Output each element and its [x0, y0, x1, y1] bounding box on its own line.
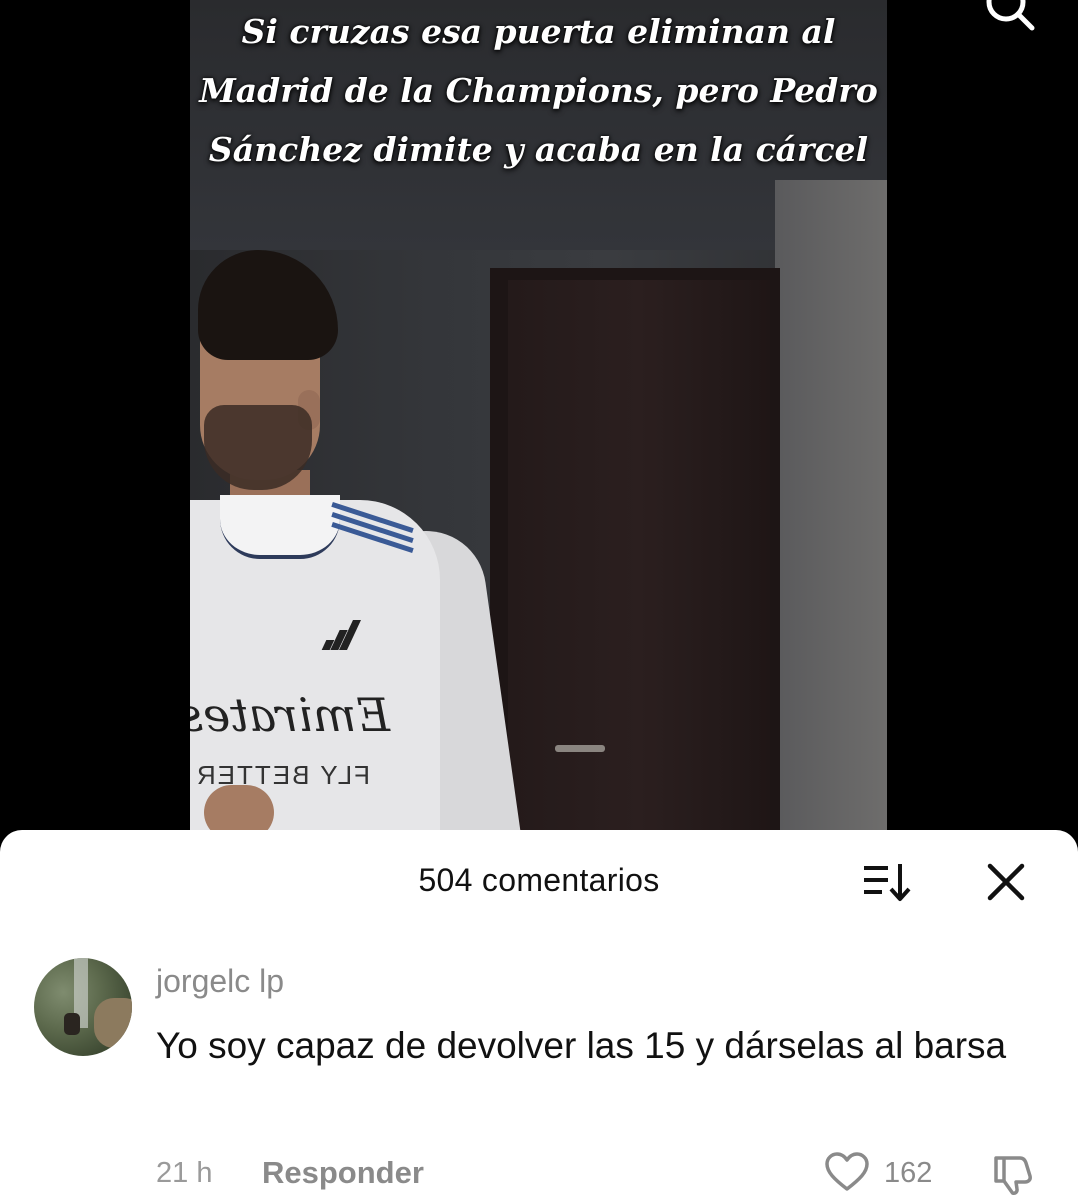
- video-wall: [775, 180, 887, 840]
- heart-icon[interactable]: [824, 1151, 870, 1193]
- video-door: [508, 280, 770, 840]
- adidas-logo-icon: [320, 620, 361, 650]
- dislike-icon[interactable]: [990, 1152, 1034, 1196]
- reply-button[interactable]: Responder: [262, 1155, 424, 1191]
- person-hair: [198, 250, 338, 360]
- comment-username[interactable]: jorgelc lp: [156, 963, 284, 1000]
- video-player[interactable]: Emirates FLY BETTER Si cruzas esa puerta…: [0, 0, 1078, 840]
- video-caption: Si cruzas esa puerta eliminan al Madrid …: [199, 12, 878, 169]
- video-person: Emirates FLY BETTER: [190, 250, 522, 840]
- comments-count-title: 504 comentarios: [418, 862, 660, 898]
- avatar-figure: [64, 1013, 80, 1035]
- comment-timestamp: 21 h: [156, 1157, 213, 1189]
- avatar-rock: [94, 998, 132, 1048]
- comment-text: Yo soy capaz de devolver las 15 y dársel…: [156, 1025, 1007, 1066]
- sort-icon[interactable]: [860, 860, 912, 904]
- search-icon[interactable]: [980, 0, 1040, 40]
- video-door-handle: [555, 745, 605, 752]
- jersey-sponsor: Emirates: [190, 688, 390, 742]
- avatar[interactable]: [34, 958, 132, 1056]
- like-count: 162: [884, 1157, 933, 1189]
- comments-sheet: 504 comentarios jorgelc lp Yo soy capaz …: [0, 830, 1078, 1200]
- close-icon[interactable]: [984, 860, 1028, 904]
- jersey-collar: [220, 495, 340, 559]
